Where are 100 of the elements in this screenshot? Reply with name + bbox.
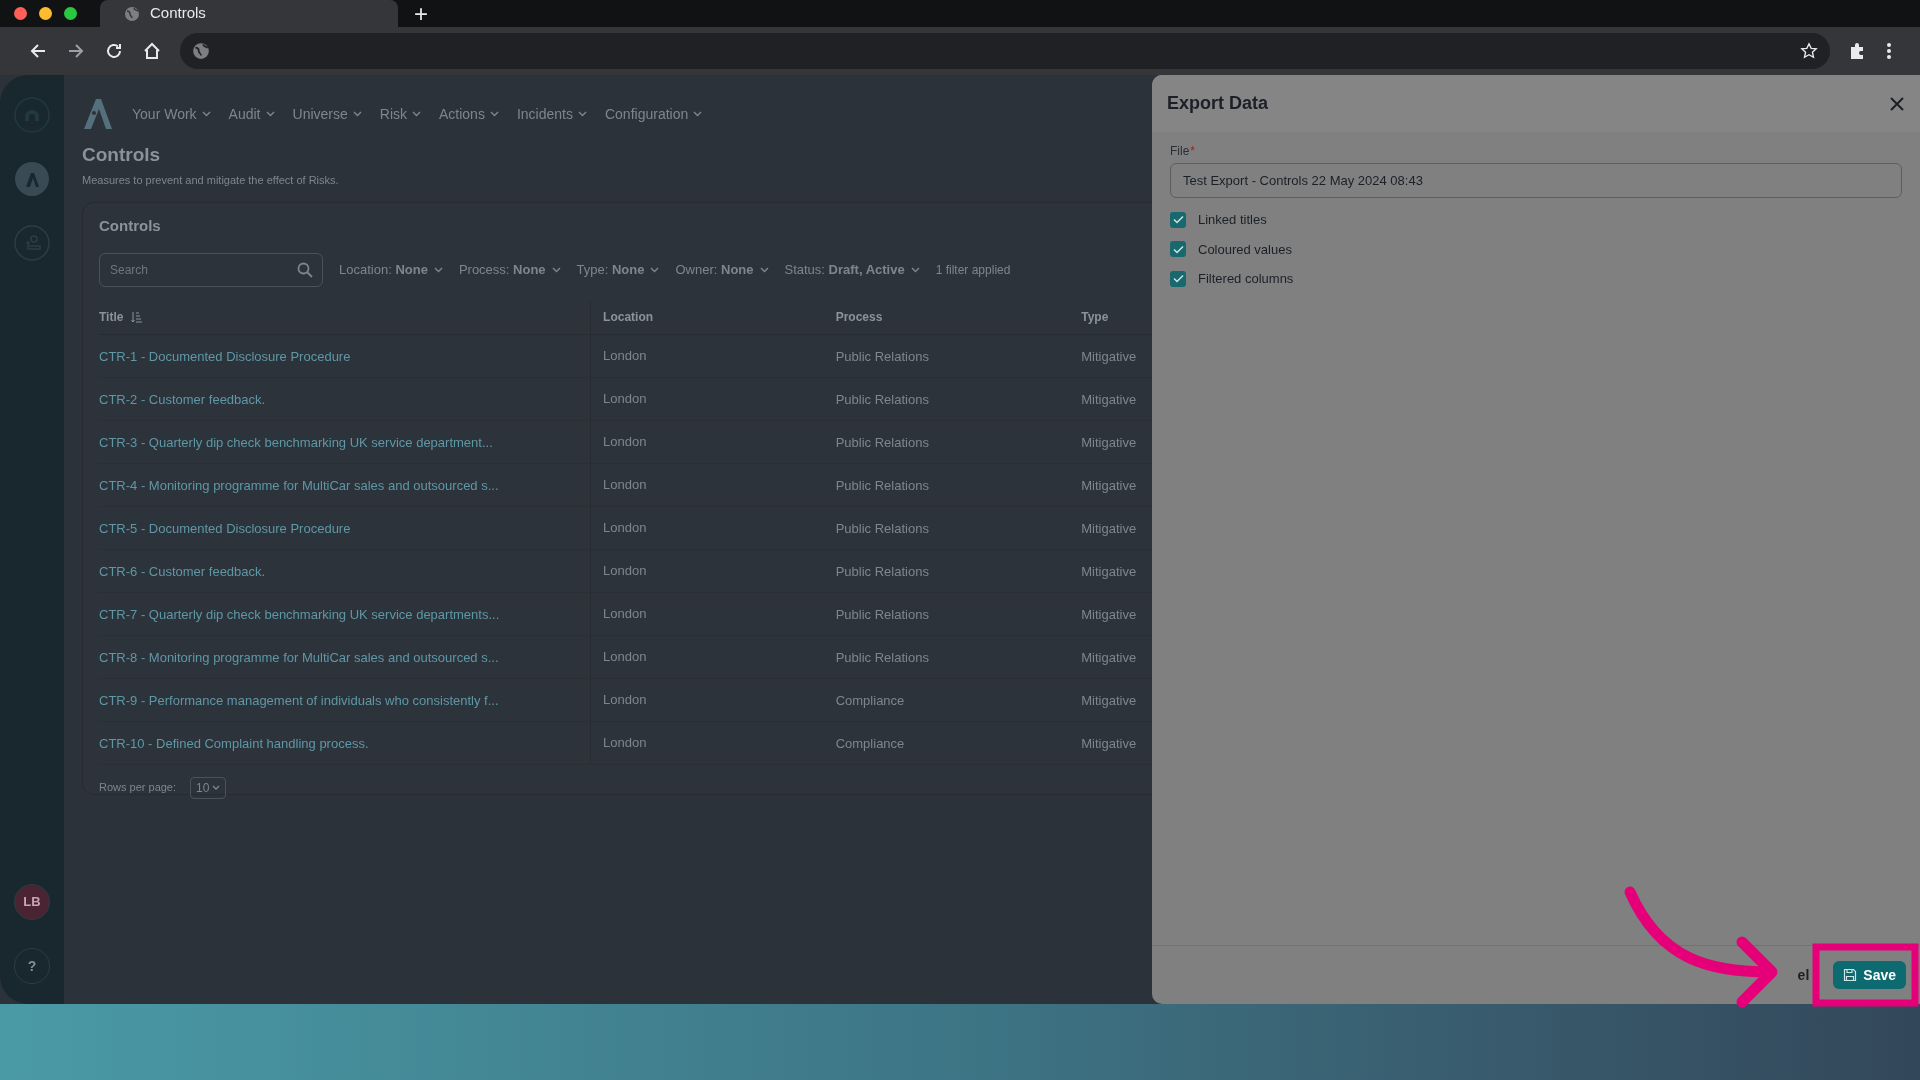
control-link[interactable]: CTR-6 - Customer feedback. <box>99 563 266 579</box>
checkbox[interactable] <box>1170 211 1186 228</box>
caret-icon <box>412 111 421 117</box>
column-header: Type <box>1081 309 1109 326</box>
cancel-button[interactable]: el <box>1797 961 1810 989</box>
menu-icon[interactable] <box>1886 42 1892 60</box>
table-cell: Mitigative <box>1081 434 1137 450</box>
table-cell-text: London <box>603 604 647 623</box>
control-link[interactable]: CTR-9 - Performance management of individuals who consistently f... <box>99 692 499 708</box>
checkbox[interactable] <box>1170 270 1186 287</box>
minimize-window-icon[interactable] <box>39 7 52 20</box>
globe-icon <box>192 42 210 60</box>
caret-icon <box>489 111 499 117</box>
table-cell-text: London <box>603 647 647 666</box>
nav-menu[interactable]: Audit <box>228 103 275 125</box>
card-title: Controls <box>99 216 162 236</box>
table-cell: Mitigative <box>1081 692 1137 708</box>
table-cell-text: London <box>603 475 647 494</box>
checkbox[interactable] <box>1170 241 1186 258</box>
table-cell-text: London <box>603 346 647 365</box>
table-cell: Mitigative <box>1081 563 1137 579</box>
control-link[interactable]: CTR-2 - Customer feedback. <box>99 391 266 407</box>
table-cell: Mitigative <box>1081 649 1137 665</box>
table-cell: Public Relations <box>835 434 929 450</box>
close-icon[interactable] <box>1889 95 1905 112</box>
table-cell-text: London <box>603 389 647 408</box>
control-link[interactable]: CTR-1 - Documented Disclosure Procedure <box>99 348 351 364</box>
option-label: Coloured values <box>1198 240 1292 259</box>
control-link[interactable]: CTR-10 - Defined Complaint handling process. <box>99 735 369 751</box>
table-cell: Mitigative <box>1081 606 1137 622</box>
filter-dropdown[interactable]: Type: None <box>576 259 660 280</box>
filter-dropdown[interactable]: Location: None <box>339 259 443 280</box>
save-button[interactable]: Save <box>1833 961 1906 989</box>
nav-menu[interactable]: Your Work <box>132 103 211 125</box>
panel-title: Export Data <box>1167 92 1269 115</box>
caret-icon <box>212 784 221 791</box>
rows-per-page-select[interactable]: 10 <box>190 776 227 799</box>
table-cell-text: London <box>603 518 647 537</box>
control-link[interactable]: CTR-8 - Monitoring programme for MultiCar sales and outsourced s... <box>99 649 499 665</box>
save-icon <box>1843 968 1858 982</box>
nav-menu[interactable]: Configuration <box>604 103 703 125</box>
control-link[interactable]: CTR-7 - Quarterly dip check benchmarking UK service departments... <box>99 606 500 622</box>
control-link[interactable]: CTR-3 - Quarterly dip check benchmarking UK service department... <box>99 434 493 450</box>
file-name-field[interactable]: Test Export - Controls 22 May 2024 08:43 <box>1170 163 1902 198</box>
table-cell: Public Relations <box>835 606 929 622</box>
table-cell: Public Relations <box>835 477 929 493</box>
filter-count: 1 filter applied <box>935 261 1011 279</box>
home-icon[interactable] <box>142 41 162 61</box>
column-header: Location <box>603 309 654 326</box>
rows-per-page-label: Rows per page: <box>99 780 177 796</box>
column-header: Title <box>99 309 124 326</box>
caret-icon <box>551 266 561 273</box>
table-cell-text: London <box>603 733 647 752</box>
globe-icon <box>124 5 140 22</box>
sort-icon[interactable] <box>131 311 144 323</box>
table-cell: Public Relations <box>835 391 929 407</box>
search-icon[interactable] <box>297 261 313 278</box>
close-window-icon[interactable] <box>14 7 27 20</box>
control-link[interactable]: CTR-5 - Documented Disclosure Procedure <box>99 520 351 536</box>
column-header: Process <box>835 309 883 326</box>
star-icon[interactable] <box>1800 42 1818 60</box>
table-cell: Mitigative <box>1081 348 1137 364</box>
table-cell: Mitigative <box>1081 520 1137 536</box>
nav-menu[interactable]: Actions <box>439 103 499 125</box>
logo-icon[interactable] <box>82 99 114 129</box>
table-cell-text: London <box>603 561 647 580</box>
page-title: Controls <box>82 143 162 167</box>
nav-menu[interactable]: Universe <box>292 103 362 125</box>
option-label: Linked titles <box>1198 211 1267 229</box>
search-field[interactable]: Search <box>99 252 323 287</box>
caret-icon <box>352 111 362 117</box>
caret-icon <box>650 266 660 273</box>
caret-icon <box>577 111 587 117</box>
control-link[interactable]: CTR-4 - Monitoring programme for MultiCar sales and outsourced s... <box>99 477 499 493</box>
caret-icon <box>759 266 769 273</box>
filter-dropdown[interactable]: Owner: None <box>675 259 769 280</box>
table-cell: Mitigative <box>1081 735 1137 751</box>
caret-icon <box>910 266 920 273</box>
filter-dropdown[interactable]: Process: None <box>458 259 561 280</box>
table-cell: Mitigative <box>1081 477 1137 493</box>
browser-tab[interactable]: Controls <box>100 0 398 27</box>
reload-icon[interactable] <box>104 41 124 61</box>
maximize-window-icon[interactable] <box>64 7 77 20</box>
required-mark: * <box>1190 143 1195 160</box>
table-cell: Public Relations <box>835 563 929 579</box>
page-subtitle: Measures to prevent and mitigate the effect of Risks. <box>82 172 340 188</box>
nav-menu[interactable]: Risk <box>379 103 421 125</box>
caret-icon <box>265 111 275 117</box>
option-label: Filtered columns <box>1198 270 1294 288</box>
caret-icon <box>201 111 211 117</box>
filter-dropdown[interactable]: Status: Draft, Active <box>784 259 920 280</box>
user-avatar[interactable]: LB <box>14 884 50 920</box>
nav-menu[interactable]: Incidents <box>516 103 587 125</box>
table-cell: Compliance <box>835 692 905 708</box>
table-cell-text: London <box>603 432 647 451</box>
new-tab-button[interactable]: + <box>408 1 434 26</box>
table-cell: Public Relations <box>835 649 929 665</box>
table-cell: Mitigative <box>1081 391 1137 407</box>
caret-icon <box>433 266 443 273</box>
table-cell: Compliance <box>835 735 905 751</box>
